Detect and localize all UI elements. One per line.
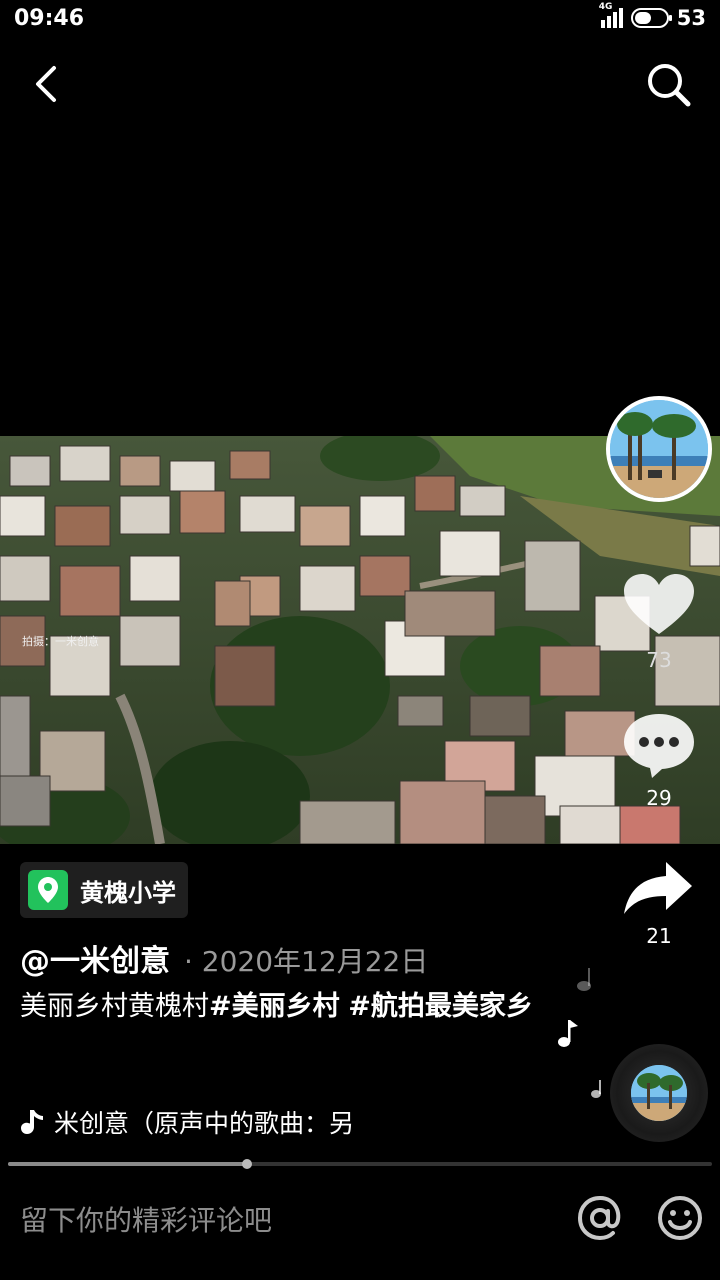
caption-text: 美丽乡村黄槐村 — [20, 991, 209, 1022]
video-frame — [0, 436, 720, 844]
post-caption: 美丽乡村黄槐村#美丽乡村 #航拍最美家乡 — [20, 986, 540, 1028]
comment-button[interactable] — [622, 712, 696, 780]
video-watermark: 拍摄：一米创意 — [22, 635, 99, 648]
like-count: 73 — [646, 648, 672, 672]
like-button[interactable] — [622, 572, 696, 638]
location-pin-icon — [28, 870, 68, 910]
comment-bar — [0, 1172, 720, 1280]
location-tag[interactable]: 黄槐小学 — [20, 862, 188, 918]
avatar-image — [610, 400, 708, 498]
status-right: 4G 53 — [599, 2, 706, 30]
comment-count: 29 — [646, 786, 672, 810]
comment-icon — [624, 714, 694, 778]
signal-icon: 4G — [599, 2, 623, 28]
share-button[interactable] — [622, 858, 694, 918]
comment-input[interactable] — [20, 1192, 540, 1248]
battery-icon — [630, 8, 672, 28]
video-player[interactable]: 拍摄：一米创意 — [0, 436, 720, 844]
post-date: · 2020年12月22日 — [184, 945, 429, 978]
progress-played — [8, 1162, 248, 1166]
location-label: 黄槐小学 — [80, 878, 176, 907]
music-cover — [631, 1065, 687, 1121]
author-line: @一米创意 · 2020年12月22日 — [20, 936, 428, 980]
music-disc[interactable] — [610, 1044, 708, 1142]
battery-level: 53 — [676, 6, 706, 30]
search-button[interactable] — [642, 58, 696, 112]
search-icon — [648, 64, 691, 107]
video-progress-bar[interactable] — [8, 1159, 712, 1169]
back-button[interactable] — [20, 56, 76, 112]
network-type: 4G — [598, 2, 613, 12]
emoji-button[interactable] — [656, 1194, 704, 1242]
author-name[interactable]: @一米创意 — [20, 936, 170, 980]
mention-button[interactable] — [576, 1194, 624, 1242]
music-notes-icon — [558, 968, 601, 1098]
smiley-icon — [658, 1196, 702, 1240]
heart-icon — [624, 574, 694, 634]
hashtag-link[interactable]: #航拍最美家乡 — [348, 991, 533, 1022]
music-note-icon — [21, 1110, 43, 1134]
music-info[interactable]: 米创意（原声中的歌曲：另 — [20, 1102, 380, 1142]
share-count: 21 — [646, 924, 672, 948]
progress-knob[interactable] — [242, 1159, 253, 1169]
at-sign-icon — [577, 1195, 621, 1241]
author-avatar[interactable] — [606, 396, 712, 502]
hashtag-link[interactable]: #美丽乡村 — [209, 991, 340, 1022]
chevron-left-icon — [36, 66, 56, 102]
music-title: 米创意（原声中的歌曲：另 — [54, 1109, 355, 1138]
status-bar: 09:46 4G 53 — [0, 0, 720, 40]
share-arrow-icon — [624, 862, 692, 914]
status-time: 09:46 — [14, 6, 85, 31]
